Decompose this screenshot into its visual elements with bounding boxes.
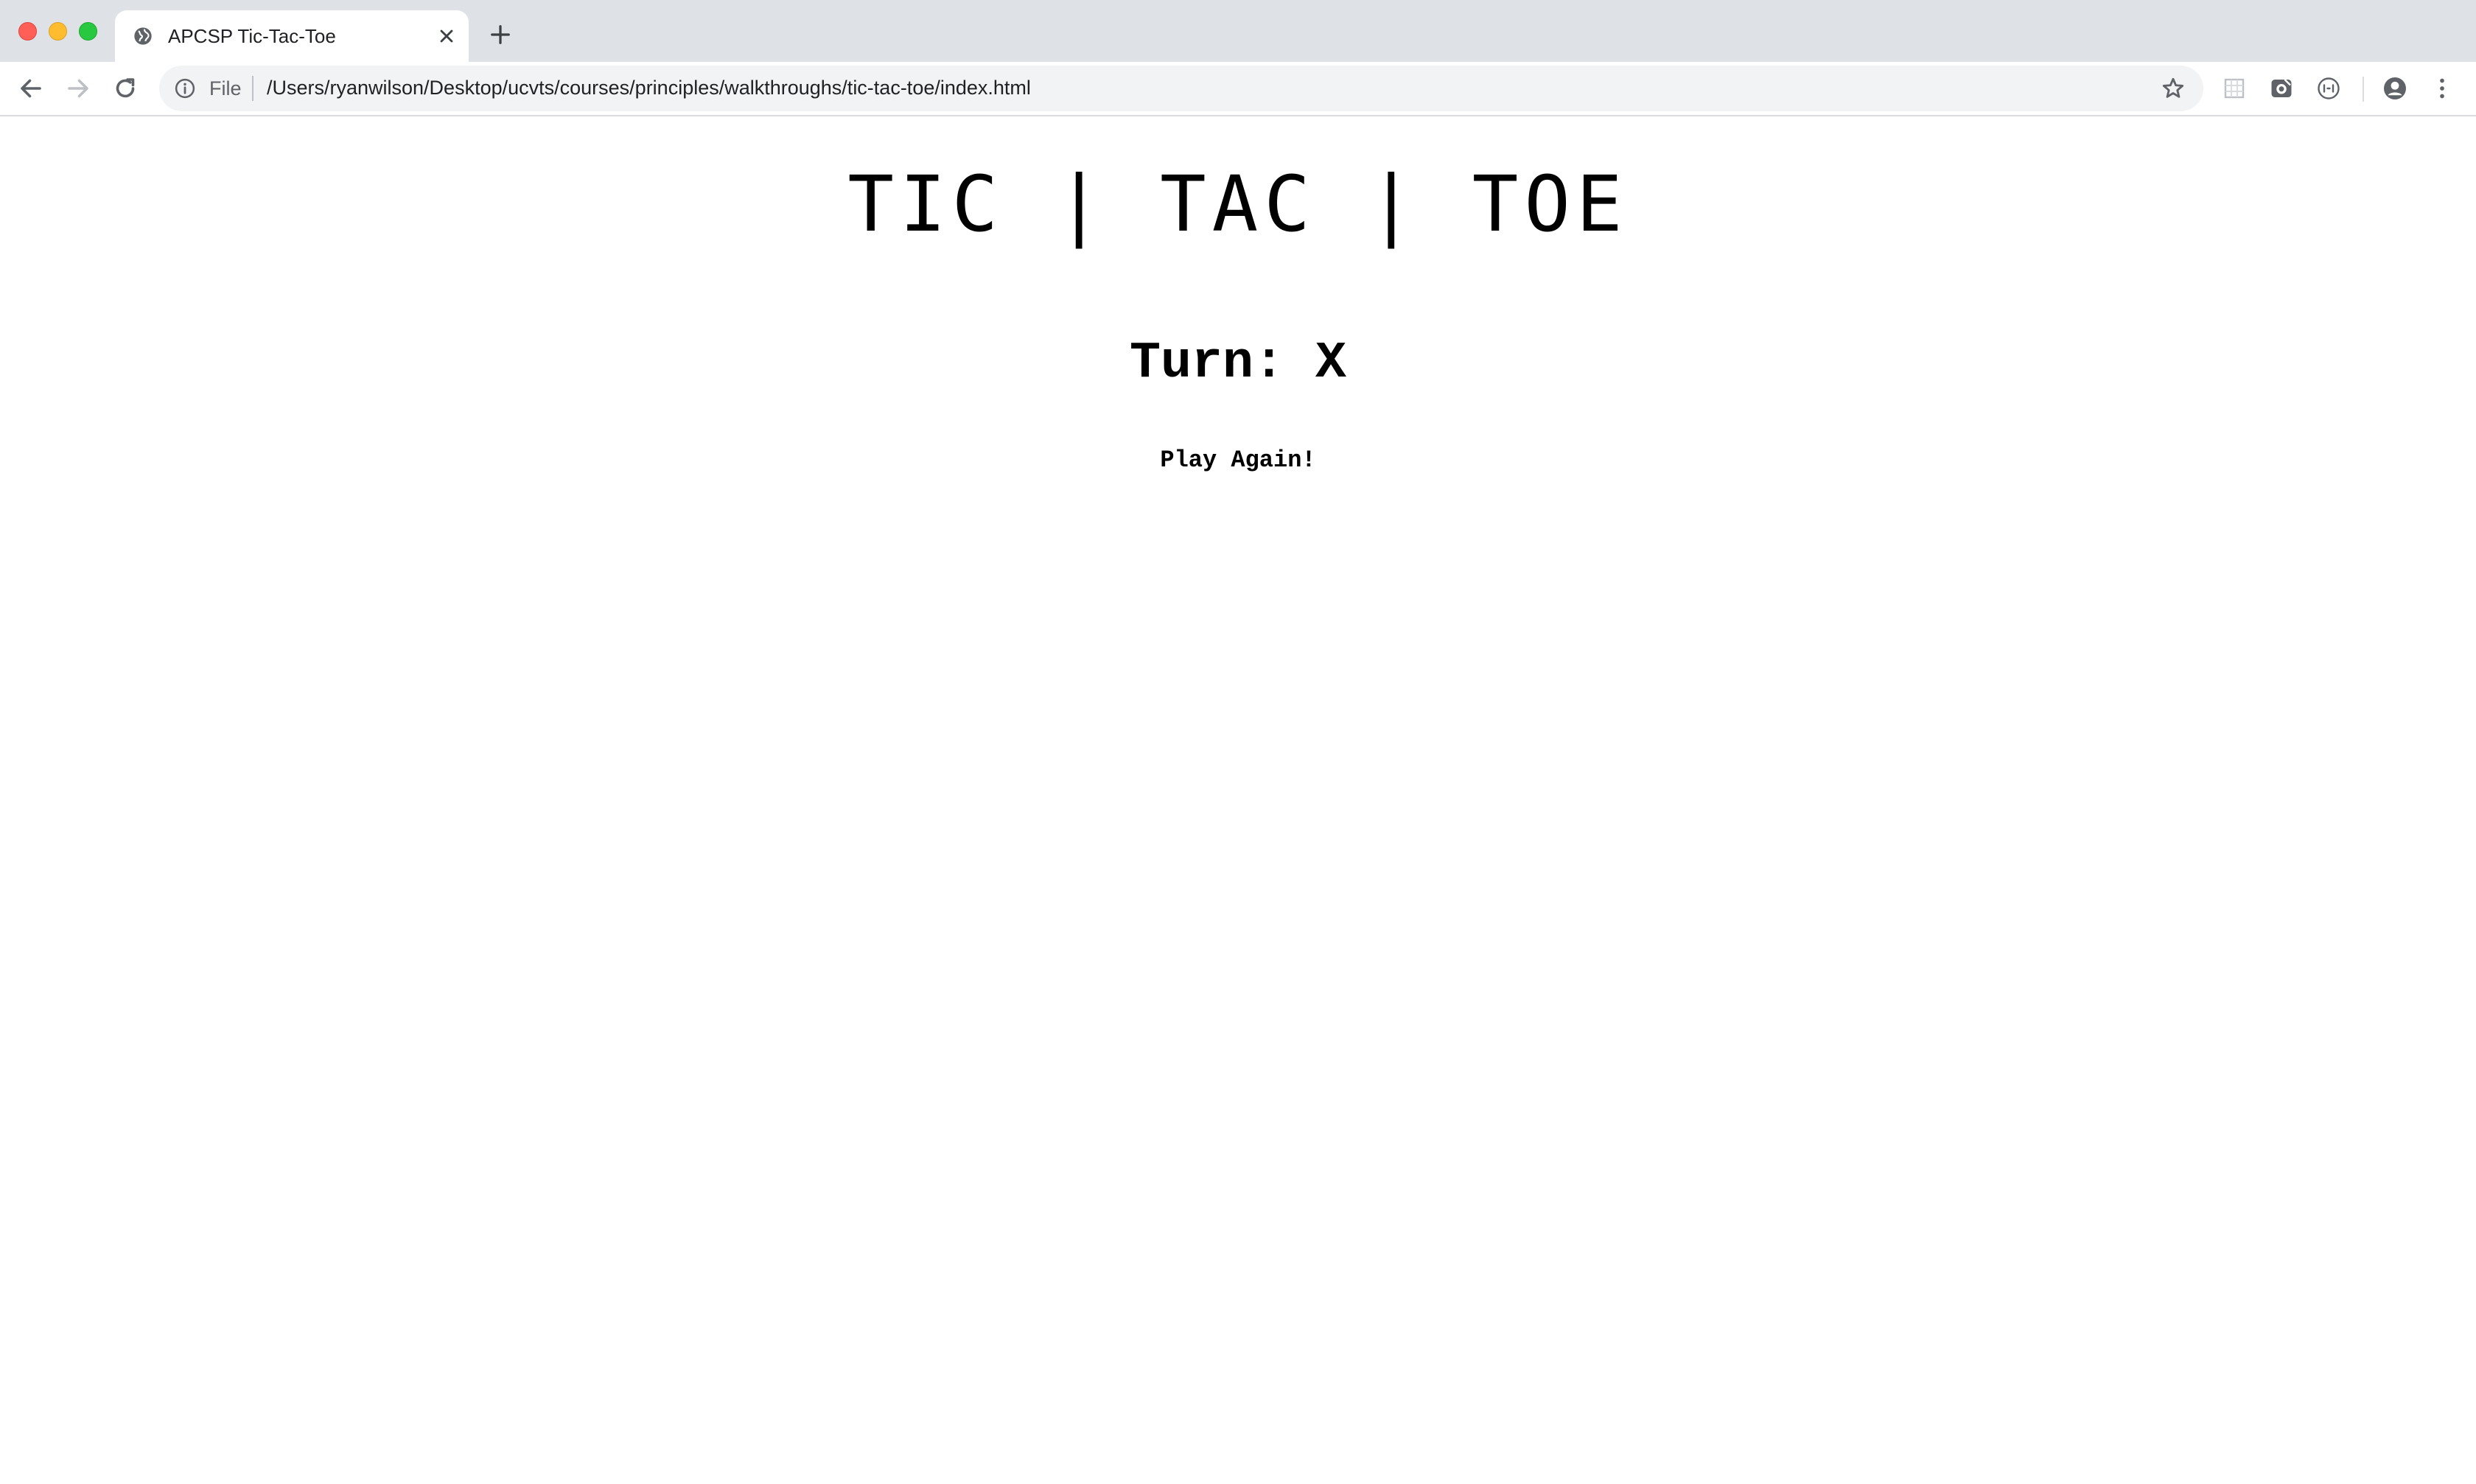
tab-close-icon[interactable] [436,26,457,46]
turn-indicator: Turn: X [1129,335,1347,393]
browser-tab-active[interactable]: APCSP Tic-Tac-Toe [115,10,469,62]
arrow-right-icon[interactable] [65,75,91,102]
play-again-button[interactable]: Play Again! [1132,439,1344,480]
tab-strip: APCSP Tic-Tac-Toe [0,0,2476,62]
scheme-divider [252,76,253,101]
browser-toolbar: File /Users/ryanwilson/Desktop/ucvts/cou… [0,62,2476,115]
star-icon[interactable] [2161,76,2186,101]
arrow-left-icon[interactable] [18,75,44,102]
new-tab-icon[interactable] [489,24,511,46]
tab-title: APCSP Tic-Tac-Toe [168,25,336,47]
url-text[interactable]: /Users/ryanwilson/Desktop/ucvts/courses/… [267,77,1031,99]
account-icon[interactable] [2382,75,2408,102]
page-content: TIC | TAC | TOE Turn: X Play Again! [0,116,2476,1484]
page-title: TIC | TAC | TOE [847,159,1629,249]
extension-reader-icon[interactable] [2315,75,2342,102]
browser-window: APCSP Tic-Tac-Toe File /Users/ryanwilson… [0,0,2476,1484]
kebab-menu-icon[interactable] [2429,75,2455,102]
extension-camera-icon[interactable] [2268,75,2295,102]
window-close-button[interactable] [18,22,37,41]
window-minimize-button[interactable] [49,22,67,41]
info-icon[interactable] [174,77,196,99]
window-maximize-button[interactable] [79,22,97,41]
scheme-label: File [209,77,242,99]
extension-grid-icon[interactable] [2221,75,2248,102]
address-bar[interactable]: File /Users/ryanwilson/Desktop/ucvts/cou… [159,66,2203,111]
toolbar-divider [2363,77,2364,102]
globe-icon [134,27,152,45]
reload-icon[interactable] [112,75,139,102]
